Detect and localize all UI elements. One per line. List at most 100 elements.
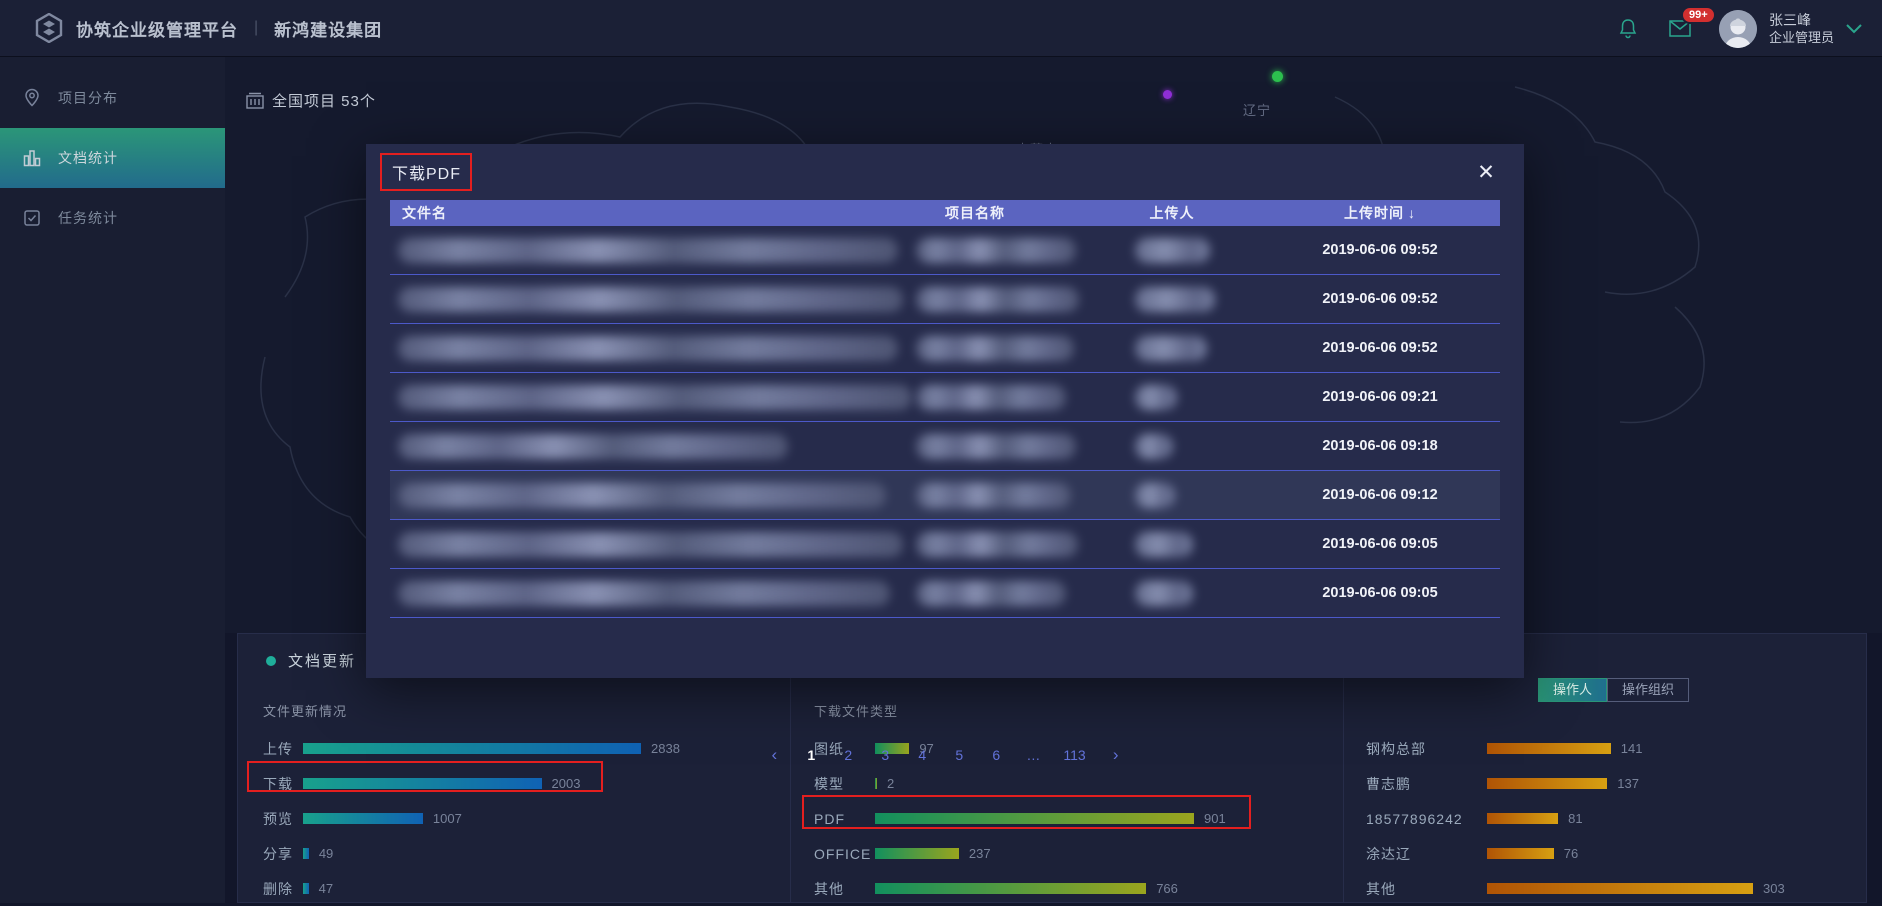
- project-marker-green[interactable]: [1272, 71, 1283, 82]
- chart-row: 删除47: [263, 871, 783, 906]
- table-row[interactable]: 2019-06-06 09:52: [390, 324, 1500, 373]
- chart-subtitle: 下载文件类型: [814, 701, 1334, 720]
- chart-bar: [303, 883, 309, 894]
- sidebar-nav: 项目分布 文档统计 任务统计: [0, 57, 225, 903]
- messages-envelope-icon[interactable]: 99+: [1667, 16, 1693, 42]
- chart-bar: [1487, 848, 1554, 859]
- app-title: 协筑企业级管理平台: [76, 16, 238, 41]
- chart-operators: 操作人 钢构总部141曹志鹏1371857789624281涂达辽76其他303: [1366, 701, 1866, 906]
- section-title: 文档更新: [288, 650, 356, 671]
- column-header-uploader[interactable]: 上传人: [1102, 200, 1242, 226]
- national-project-icon: [246, 92, 264, 109]
- table-row[interactable]: 2019-06-06 09:05: [390, 569, 1500, 618]
- close-icon[interactable]: ✕: [1472, 158, 1500, 186]
- download-pdf-modal: 下载PDF ✕ 文件名 项目名称 上传人 上传时间↓ 2019-06-06 09…: [366, 144, 1524, 678]
- chart-row: 曹志鹏137: [1366, 766, 1866, 801]
- chart-row: 其他303: [1366, 871, 1866, 906]
- page-number-…[interactable]: …: [1026, 747, 1040, 763]
- chart-row: 分享 49: [263, 836, 783, 871]
- chart-category-label: 其他: [814, 879, 875, 899]
- page-number-2[interactable]: 2: [841, 747, 855, 763]
- page-number-3[interactable]: 3: [878, 747, 892, 763]
- table-row[interactable]: 2019-06-06 09:05: [390, 520, 1500, 569]
- page-number-5[interactable]: 5: [952, 747, 966, 763]
- file-table: 文件名 项目名称 上传人 上传时间↓ 2019-06-06 09:522019-…: [390, 200, 1500, 618]
- chart-value: 901: [1204, 811, 1226, 826]
- redacted-project-name: [916, 581, 1066, 606]
- chart-bar: [875, 813, 1194, 824]
- redacted-uploader: [1135, 238, 1210, 263]
- chart-category-label: 涂达辽: [1366, 844, 1487, 864]
- tab-operator-person[interactable]: 操作人: [1538, 678, 1607, 702]
- notification-bell-icon[interactable]: [1615, 16, 1641, 42]
- national-project-count: 全国项目 53个: [272, 90, 376, 111]
- redacted-project-name: [916, 336, 1074, 361]
- chart-subtitle: 文件更新情况: [263, 701, 783, 720]
- chart-value: 76: [1564, 846, 1578, 861]
- chart-category-label: 分享: [263, 844, 303, 864]
- table-row[interactable]: 2019-06-06 09:52: [390, 226, 1500, 275]
- redacted-file-name: [398, 238, 898, 263]
- sort-desc-icon[interactable]: ↓: [1408, 205, 1416, 221]
- next-page-icon[interactable]: ›: [1109, 748, 1123, 762]
- redacted-file-name: [398, 581, 890, 606]
- chart-bar: [303, 778, 542, 789]
- chart-bar: [1487, 743, 1611, 754]
- chart-row: PDF901: [814, 801, 1334, 836]
- user-name: 张三峰: [1769, 12, 1834, 29]
- chart-value: 1007: [433, 811, 462, 826]
- chevron-down-icon[interactable]: [1846, 24, 1862, 34]
- upload-time: 2019-06-06 09:18: [1270, 422, 1490, 471]
- chart-value: 141: [1621, 741, 1643, 756]
- modal-title: 下载PDF: [392, 160, 461, 184]
- table-row[interactable]: 2019-06-06 09:21: [390, 373, 1500, 422]
- page-number-1[interactable]: 1: [804, 747, 818, 763]
- bar-chart-icon: [22, 148, 42, 168]
- chart-category-label: 删除: [263, 879, 303, 899]
- sidebar-item-label: 项目分布: [58, 88, 118, 108]
- upload-time: 2019-06-06 09:21: [1270, 373, 1490, 422]
- chart-value: 49: [319, 846, 333, 861]
- operator-toggle-group: 操作人 操作组织: [1538, 678, 1689, 702]
- sidebar-item-project-distribution[interactable]: 项目分布: [0, 68, 225, 128]
- column-header-project[interactable]: 项目名称: [860, 200, 1090, 226]
- redacted-project-name: [916, 287, 1079, 312]
- table-row[interactable]: 2019-06-06 09:18: [390, 422, 1500, 471]
- redacted-file-name: [398, 532, 903, 557]
- chart-bar: [875, 778, 877, 789]
- title-divider: |: [250, 19, 262, 37]
- user-menu[interactable]: 张三峰 企业管理员: [1719, 10, 1862, 48]
- sidebar-item-task-stats[interactable]: 任务统计: [0, 188, 225, 248]
- chart-category-label: 18577896242: [1366, 811, 1487, 827]
- chart-category-label: 下载: [263, 774, 303, 794]
- map-pin-icon: [22, 88, 42, 108]
- unread-count-badge: 99+: [1681, 6, 1716, 24]
- prev-page-icon[interactable]: ‹: [767, 748, 781, 762]
- upload-time: 2019-06-06 09:52: [1270, 275, 1490, 324]
- chart-category-label: 模型: [814, 774, 875, 794]
- sidebar-item-label: 任务统计: [58, 208, 118, 228]
- table-header-row: 文件名 项目名称 上传人 上传时间↓: [390, 200, 1500, 226]
- chart-row: 模型2: [814, 766, 1334, 801]
- page-number-4[interactable]: 4: [915, 747, 929, 763]
- column-header-filename[interactable]: 文件名: [402, 200, 447, 226]
- redacted-file-name: [398, 336, 898, 361]
- section-dot-icon: [266, 656, 276, 666]
- redacted-uploader: [1135, 287, 1215, 312]
- province-label-liaoning: 辽宁: [1243, 100, 1271, 119]
- sidebar-item-document-stats[interactable]: 文档统计: [0, 128, 225, 188]
- chart-value: 303: [1763, 881, 1785, 896]
- column-header-uploadtime[interactable]: 上传时间↓: [1270, 200, 1490, 226]
- redacted-file-name: [398, 287, 903, 312]
- task-check-icon: [22, 208, 42, 228]
- tab-operator-org[interactable]: 操作组织: [1607, 678, 1689, 702]
- page-number-113[interactable]: 113: [1063, 747, 1085, 763]
- page-number-6[interactable]: 6: [989, 747, 1003, 763]
- project-marker-purple[interactable]: [1163, 90, 1172, 99]
- redacted-file-name: [398, 434, 788, 459]
- chart-bar: [1487, 883, 1753, 894]
- chart-value: 2003: [552, 776, 581, 791]
- table-row[interactable]: 2019-06-06 09:12: [390, 471, 1500, 520]
- table-row[interactable]: 2019-06-06 09:52: [390, 275, 1500, 324]
- redacted-project-name: [916, 532, 1078, 557]
